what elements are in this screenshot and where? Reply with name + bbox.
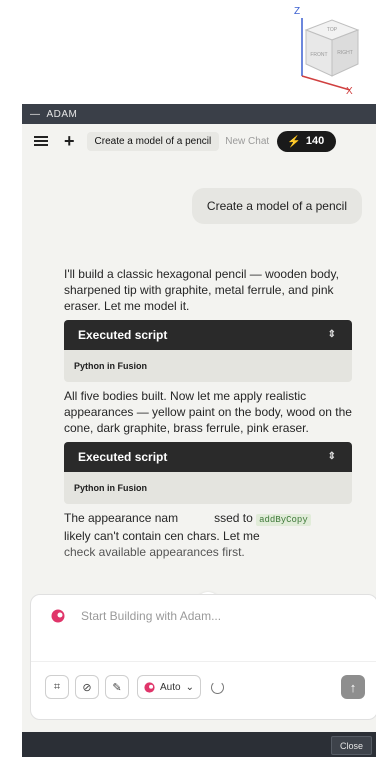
script-block[interactable]: Executed script ⇕ Python in Fusion	[64, 442, 352, 504]
send-button[interactable]: ↑	[341, 675, 365, 699]
z-axis-label: Z	[294, 6, 301, 17]
script-subtitle: Python in Fusion	[74, 483, 147, 493]
cube-face-front: FRONT	[310, 52, 327, 58]
chat-tabbar: + Create a model of a pencil New Chat ⚡ …	[22, 124, 376, 158]
composer-tools: ⌗ ⊘ ✎ Auto ⌄	[45, 675, 224, 699]
script-header[interactable]: Executed script ⇕	[64, 320, 352, 350]
expand-chevron-icon[interactable]: ⇕	[328, 449, 336, 465]
adam-panel: — ADAM + Create a model of a pencil New …	[22, 104, 376, 757]
divider	[31, 661, 376, 662]
menu-icon[interactable]	[34, 136, 48, 146]
chat-area[interactable]: Create a model of a pencil I'll build a …	[22, 158, 376, 596]
tab-new-chat[interactable]: New Chat	[225, 136, 269, 147]
composer[interactable]: Start Building with Adam... ⌗ ⊘ ✎ Auto ⌄…	[30, 594, 376, 720]
expand-chevron-icon[interactable]: ⇕	[328, 327, 336, 343]
script-block[interactable]: Executed script ⇕ Python in Fusion	[64, 320, 352, 382]
pencil-icon[interactable]: ✎	[105, 675, 129, 699]
new-chat-plus-icon[interactable]: +	[64, 132, 75, 150]
panel-footer: Close	[22, 732, 376, 757]
script-title: Executed script	[78, 450, 168, 464]
composer-input[interactable]: Start Building with Adam...	[81, 609, 221, 623]
script-subtitle: Python in Fusion	[74, 361, 147, 371]
tab-active-chat[interactable]: Create a model of a pencil	[86, 131, 220, 151]
assistant-tail-text: The appearance nam ssed to addByCopy like…	[64, 510, 352, 560]
tail-fragment: n chars. Let me	[177, 529, 260, 543]
tail-fragment: The appearance nam	[64, 511, 179, 525]
adam-logo-icon	[144, 681, 155, 693]
tail-fragment: likely can't contain ce	[64, 529, 178, 543]
script-title: Executed script	[78, 328, 168, 342]
assistant-intro-text: I'll build a classic hexagonal pencil — …	[64, 267, 339, 313]
panel-titlebar: — ADAM	[22, 104, 376, 124]
x-axis-label: X	[346, 86, 353, 97]
credits-count: 140	[305, 135, 325, 147]
select-frame-icon[interactable]: ⌗	[45, 675, 69, 699]
model-select[interactable]: Auto ⌄	[137, 675, 201, 699]
close-button[interactable]: Close	[330, 736, 372, 755]
collapse-icon[interactable]: —	[30, 109, 41, 120]
model-select-value: Auto	[160, 681, 181, 693]
bolt-icon: ⚡	[287, 135, 301, 148]
loading-spinner-icon	[210, 680, 224, 694]
credits-badge[interactable]: ⚡ 140	[277, 130, 337, 152]
chevron-down-icon: ⌄	[185, 681, 194, 693]
view-cube-icon[interactable]: TOP FRONT RIGHT	[290, 6, 366, 98]
panel-title: ADAM	[46, 108, 78, 120]
cube-face-right: RIGHT	[337, 50, 353, 56]
tail-fragment: ssed to	[214, 511, 253, 525]
script-header[interactable]: Executed script ⇕	[64, 442, 352, 472]
code-tag: addByCopy	[256, 514, 311, 526]
attach-icon[interactable]: ⊘	[75, 675, 99, 699]
tail-fragment: check available appearances first.	[64, 545, 245, 559]
view-cube[interactable]: Z TOP FRONT RIGHT X	[290, 6, 366, 98]
cube-face-top: TOP	[327, 27, 338, 33]
adam-logo-icon	[51, 609, 65, 623]
assistant-message: I'll build a classic hexagonal pencil — …	[64, 266, 352, 566]
arrow-up-icon: ↑	[349, 679, 357, 695]
assistant-mid-text: All five bodies built. Now let me apply …	[64, 389, 352, 435]
user-message: Create a model of a pencil	[191, 188, 362, 224]
